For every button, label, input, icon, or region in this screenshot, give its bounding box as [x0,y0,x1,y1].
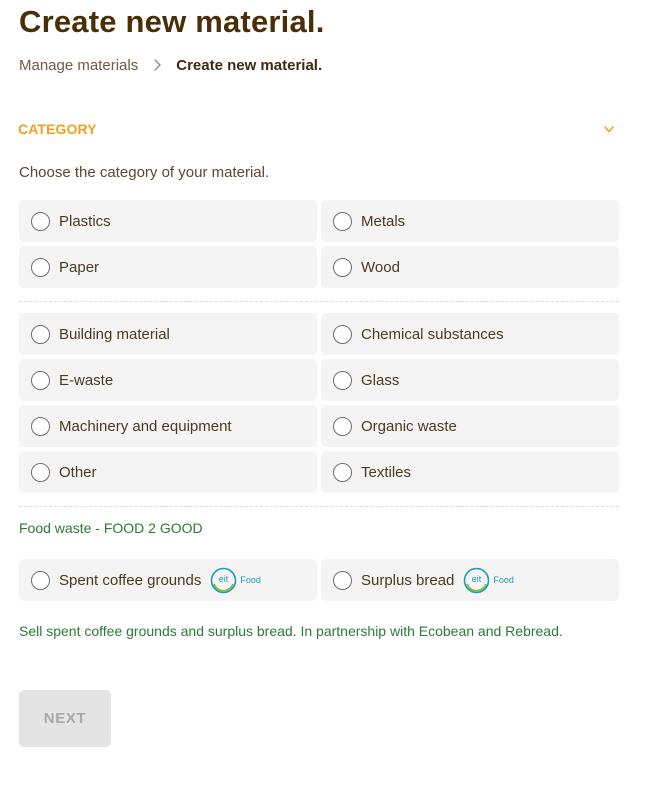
page-title: Create new material. [19,4,325,39]
radio-unchecked-icon[interactable] [31,462,50,482]
category-option-plastics[interactable]: Plastics [19,200,317,242]
radio-unchecked-icon[interactable] [31,257,50,277]
option-label: Spent coffee grounds [59,571,202,589]
eit-food-logo-text: Food [493,575,514,585]
radio-unchecked-icon[interactable] [333,324,352,344]
category-option-e-waste[interactable]: E-waste [19,359,317,401]
option-label: Machinery and equipment [59,417,232,435]
option-label: Plastics [59,212,111,230]
category-option-surplus-bread[interactable]: Surplus bread eit Food [321,559,619,601]
category-option-glass[interactable]: Glass [321,359,619,401]
radio-unchecked-icon[interactable] [31,211,50,231]
svg-text:eit: eit [219,574,229,584]
category-option-wood[interactable]: Wood [321,246,619,288]
category-option-other[interactable]: Other [19,451,317,493]
svg-text:eit: eit [472,574,482,584]
breadcrumb: Manage materials Create new material. [19,56,322,74]
next-button[interactable]: NEXT [19,690,111,747]
chevron-down-icon[interactable] [601,121,617,137]
option-label: Surplus bread [361,571,455,589]
category-option-organic-waste[interactable]: Organic waste [321,405,619,447]
food-waste-note: Sell spent coffee grounds and surplus br… [19,623,563,639]
chevron-right-icon [154,59,161,71]
option-label: Other [59,463,97,481]
category-option-paper[interactable]: Paper [19,246,317,288]
group-divider [19,301,619,302]
option-label: Glass [361,371,400,389]
eit-food-logo-icon: eit Food [210,567,261,594]
category-section-toggle[interactable]: CATEGORY [18,117,620,141]
option-label: Wood [361,258,400,276]
category-option-chemical-substances[interactable]: Chemical substances [321,313,619,355]
category-instruction: Choose the category of your material. [19,164,270,181]
category-option-textiles[interactable]: Textiles [321,451,619,493]
radio-unchecked-icon[interactable] [31,416,50,436]
group-divider [19,506,619,507]
category-option-spent-coffee-grounds[interactable]: Spent coffee grounds eit Food [19,559,317,601]
radio-unchecked-icon[interactable] [333,211,352,231]
radio-unchecked-icon[interactable] [31,324,50,344]
option-label: Organic waste [361,417,457,435]
option-label: Paper [59,258,100,276]
option-label: Chemical substances [361,325,504,343]
radio-unchecked-icon[interactable] [333,370,352,390]
food-waste-heading: Food waste - FOOD 2 GOOD [19,520,203,536]
category-option-machinery-and-equipment[interactable]: Machinery and equipment [19,405,317,447]
option-label: Building material [59,325,170,343]
radio-unchecked-icon[interactable] [333,570,352,590]
eit-food-logo-icon: eit Food [463,567,514,594]
option-label: Textiles [361,463,412,481]
radio-unchecked-icon[interactable] [31,570,50,590]
radio-unchecked-icon[interactable] [31,370,50,390]
radio-unchecked-icon[interactable] [333,462,352,482]
category-option-metals[interactable]: Metals [321,200,619,242]
radio-unchecked-icon[interactable] [333,257,352,277]
option-label: E-waste [59,371,114,389]
option-label: Metals [361,212,406,230]
category-section-title: CATEGORY [18,121,97,137]
eit-food-logo-text: Food [240,575,261,585]
breadcrumb-manage-materials-link[interactable]: Manage materials [19,57,138,74]
breadcrumb-current: Create new material. [176,56,323,74]
category-option-building-material[interactable]: Building material [19,313,317,355]
radio-unchecked-icon[interactable] [333,416,352,436]
